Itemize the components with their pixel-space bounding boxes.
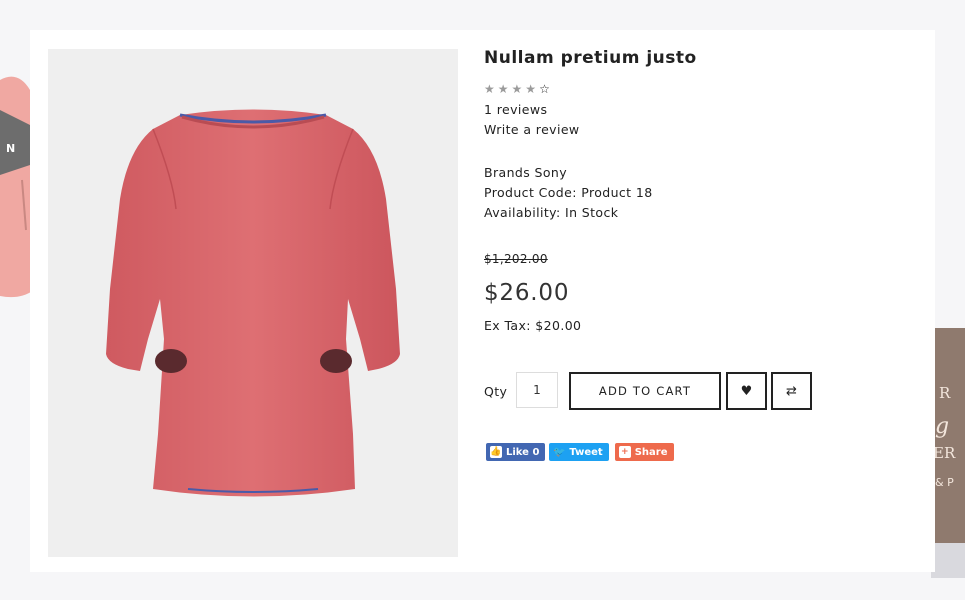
svg-text:N: N xyxy=(6,142,15,155)
product-meta: Brands Sony Product Code: Product 18 Ava… xyxy=(484,163,924,223)
wishlist-button[interactable]: ♥ xyxy=(726,372,767,410)
product-code-text: Product Code: Product 18 xyxy=(484,185,653,200)
twitter-tweet-label: Tweet xyxy=(569,446,603,458)
availability-text: Availability: In Stock xyxy=(484,205,619,220)
rating-stars: ★ ★ ★ ★ ☆ xyxy=(484,82,924,96)
svg-text:& P: & P xyxy=(935,476,954,489)
star-full-icon: ★ xyxy=(511,82,523,96)
qty-label: Qty xyxy=(484,384,508,399)
share-label: Share xyxy=(634,446,668,458)
price: $26.00 xyxy=(484,280,570,306)
star-empty-icon: ☆ xyxy=(539,82,550,96)
star-full-icon: ★ xyxy=(484,82,495,96)
heart-icon: ♥ xyxy=(740,383,753,399)
shirt-image xyxy=(106,109,400,497)
twitter-tweet-button[interactable]: 🐦 Tweet xyxy=(549,443,609,461)
plus-icon: + xyxy=(618,446,631,458)
svg-text:g: g xyxy=(935,414,949,439)
facebook-like-label: Like 0 xyxy=(506,446,540,458)
facebook-like-button[interactable]: 👍 Like 0 xyxy=(486,443,546,461)
ex-tax-price: Ex Tax: $20.00 xyxy=(484,318,582,333)
product-title: Nullam pretium justo xyxy=(484,48,697,68)
write-review-link[interactable]: Write a review xyxy=(484,120,924,140)
facebook-thumb-icon: 👍 xyxy=(490,446,502,458)
product-image[interactable] xyxy=(48,49,458,557)
compare-arrows-icon: ⇄ xyxy=(786,383,797,399)
qty-input[interactable] xyxy=(516,372,558,408)
star-full-icon: ★ xyxy=(497,82,509,96)
add-to-cart-button[interactable]: ADD TO CART xyxy=(569,372,721,410)
product-info: Nullam pretium justo ★ ★ ★ ★ ☆ 1 reviews… xyxy=(484,48,924,333)
twitter-bird-icon: 🐦 xyxy=(553,446,566,458)
compare-button[interactable]: ⇄ xyxy=(771,372,812,410)
add-to-cart-row: Qty ADD TO CART ♥ ⇄ xyxy=(484,372,924,412)
background-product-image-left: N xyxy=(0,76,34,298)
svg-text:ER: ER xyxy=(933,444,956,462)
svg-text:R: R xyxy=(939,384,951,402)
brand-text: Brands Sony xyxy=(484,165,568,180)
star-full-icon: ★ xyxy=(525,82,537,96)
product-card: Nullam pretium justo ★ ★ ★ ★ ☆ 1 reviews… xyxy=(30,30,935,572)
reviews-link[interactable]: 1 reviews xyxy=(484,100,924,120)
old-price: $1,202.00 xyxy=(484,252,548,266)
share-button[interactable]: + Share xyxy=(614,443,674,461)
background-product-image-right: R g ER & P xyxy=(931,328,965,578)
social-share-row: 👍 Like 0 🐦 Tweet + Share xyxy=(486,443,674,461)
